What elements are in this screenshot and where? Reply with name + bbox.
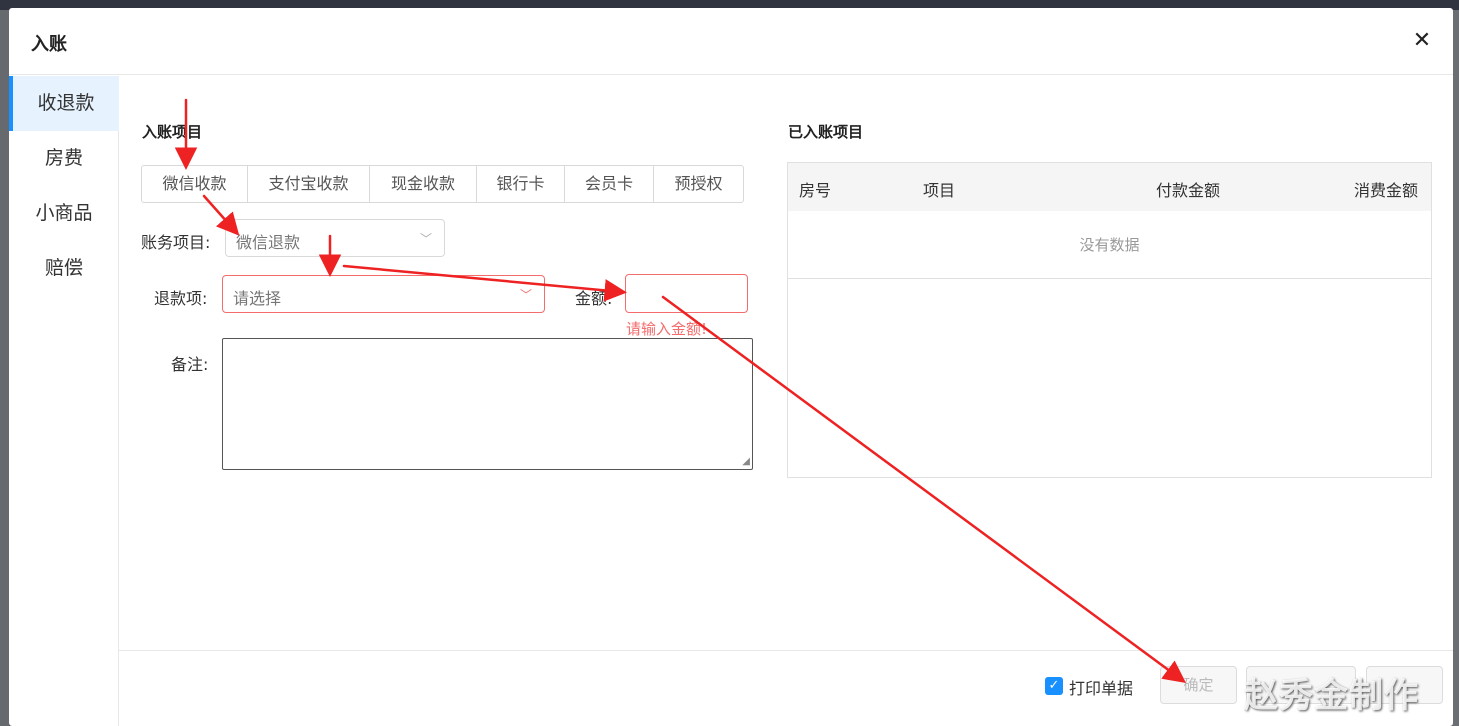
tab-cash[interactable]: 现金收款 (370, 166, 477, 202)
tab-preauth[interactable]: 预授权 (654, 166, 743, 202)
dialog-title: 入账 (31, 34, 67, 55)
chevron-down-icon: ﹀ (519, 288, 532, 302)
tab-bank-card[interactable]: 银行卡 (477, 166, 565, 202)
amount-error: 请输入金额! (626, 320, 708, 338)
column-header: 项目 (923, 181, 956, 200)
refund-item-label: 退款项: (154, 289, 208, 308)
resize-handle-icon[interactable]: ◢ (742, 456, 750, 467)
section-title-posting: 入账项目 (142, 123, 203, 141)
section-title-posted: 已入账项目 (788, 123, 864, 141)
amount-input[interactable] (625, 274, 748, 313)
account-item-value: 微信退款 (236, 233, 301, 252)
posting-dialog: 入账 ✕ 收退款 房费 小商品 赔偿 入账项目 微信收款 支付宝收款 现金收款 … (9, 8, 1453, 726)
remark-label: 备注: (171, 355, 209, 374)
refund-item-placeholder: 请选择 (233, 289, 282, 308)
sidebar-item-goods[interactable]: 小商品 (9, 186, 119, 241)
empty-state: 没有数据 (788, 211, 1431, 279)
table-header: 房号 项目 付款金额 消费金额 (788, 163, 1431, 211)
account-item-label: 账务项目: (141, 233, 211, 252)
column-header: 消费金额 (1354, 181, 1419, 200)
amount-label: 金额: (575, 289, 613, 308)
sidebar: 收退款 房费 小商品 赔偿 (9, 76, 119, 726)
chevron-down-icon: ﹀ (419, 232, 432, 246)
tab-member-card[interactable]: 会员卡 (565, 166, 654, 202)
remark-textarea[interactable]: ◢ (222, 338, 753, 470)
sidebar-item-compensation[interactable]: 赔偿 (9, 241, 119, 296)
backdrop-right (1452, 10, 1459, 726)
dialog-header: 入账 ✕ (9, 8, 1453, 75)
sidebar-item-refund[interactable]: 收退款 (9, 76, 119, 131)
posted-items-table: 房号 项目 付款金额 消费金额 没有数据 (787, 162, 1432, 478)
print-receipt-label: 打印单据 (1069, 679, 1134, 698)
backdrop-left (0, 10, 9, 726)
print-receipt-checkbox[interactable]: ✓ (1045, 677, 1063, 695)
sidebar-item-room-fee[interactable]: 房费 (9, 131, 119, 186)
tab-alipay[interactable]: 支付宝收款 (248, 166, 370, 202)
confirm-button[interactable]: 确定 (1160, 666, 1237, 704)
column-header: 房号 (799, 181, 832, 200)
tab-wechat[interactable]: 微信收款 (142, 166, 248, 202)
column-header: 付款金额 (1156, 181, 1221, 200)
watermark: 赵秀金制作 (1244, 676, 1419, 716)
refund-item-select[interactable]: 请选择 ﹀ (222, 275, 545, 313)
close-icon[interactable]: ✕ (1405, 24, 1439, 58)
payment-tabs: 微信收款 支付宝收款 现金收款 银行卡 会员卡 预授权 (141, 165, 744, 203)
account-item-select[interactable]: 微信退款 ﹀ (225, 219, 445, 257)
